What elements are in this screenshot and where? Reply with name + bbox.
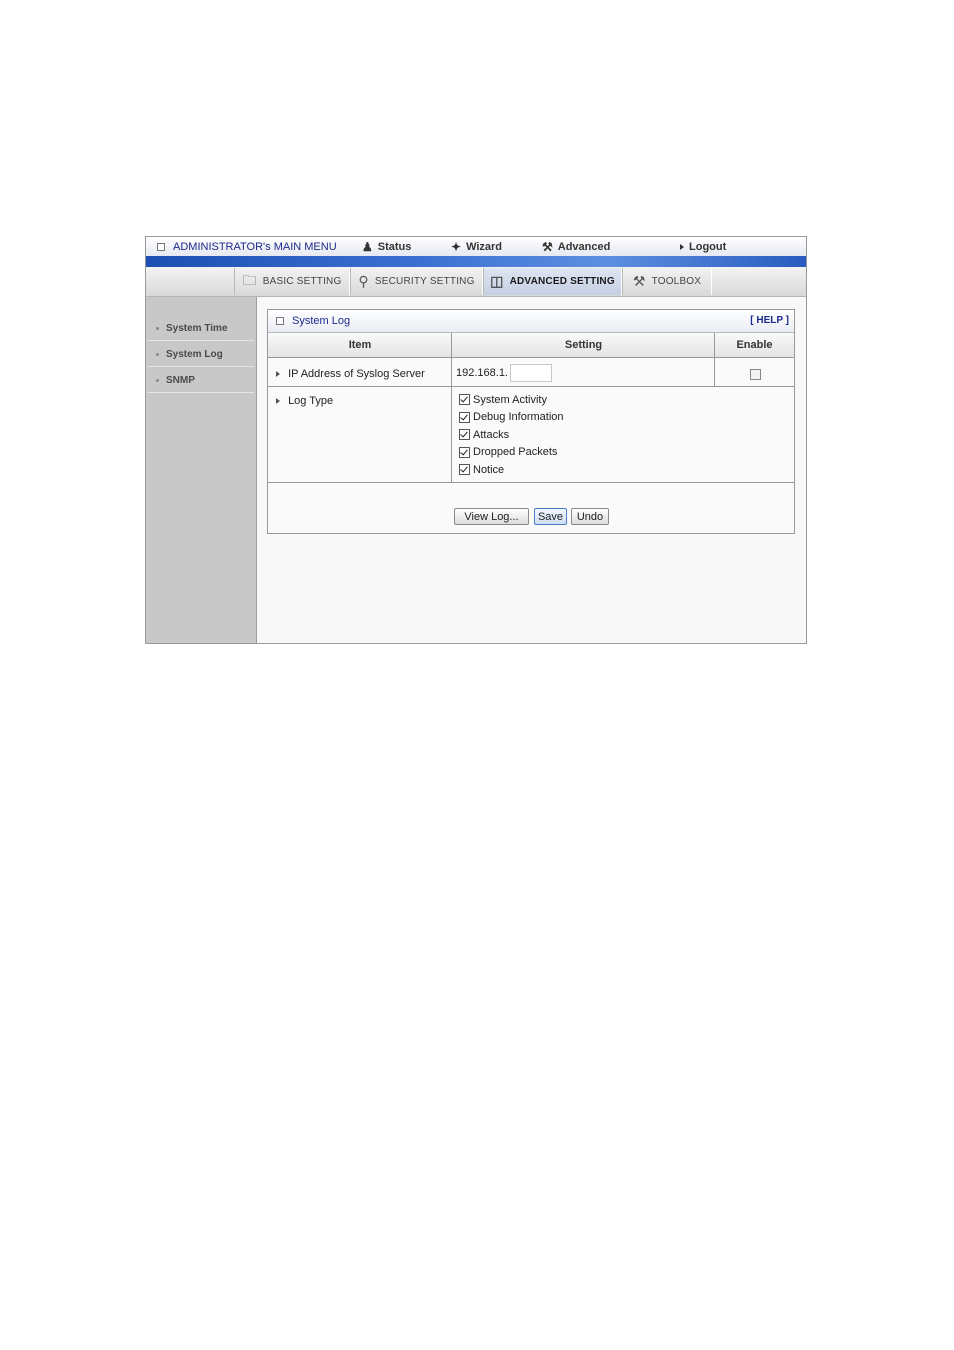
header-banner-stripe — [146, 256, 806, 267]
log-type-options: System Activity Debug Information Attack… — [459, 391, 709, 479]
bullet-icon — [156, 327, 159, 330]
settings-tab-bar: 🗀 BASIC SETTING ⚲ SECURITY SETTING ◫ ADV… — [146, 267, 806, 297]
save-button[interactable]: Save — [534, 508, 567, 525]
checkbox-checked[interactable] — [459, 446, 470, 458]
status-menu-item[interactable]: ♟ Status — [362, 237, 411, 256]
arrow-right-icon — [680, 243, 684, 250]
view-log-button[interactable]: View Log... — [454, 508, 529, 525]
sidebar-item-system-log[interactable]: System Log — [148, 343, 254, 367]
person-icon: ♟ — [362, 239, 373, 254]
log-option-attacks[interactable]: Attacks — [459, 426, 709, 444]
log-option-dropped-packets[interactable]: Dropped Packets — [459, 444, 709, 462]
log-type-row-label: Log Type — [276, 395, 450, 407]
router-admin-window: ADMINISTRATOR's MAIN MENU ♟ Status ✦ Wiz… — [145, 236, 807, 644]
tools-icon: ⚒ — [542, 239, 553, 254]
arrow-right-icon — [276, 371, 280, 377]
log-option-system-activity[interactable]: System Activity — [459, 391, 709, 409]
column-header-enable: Enable — [715, 333, 794, 358]
bullet-icon — [156, 353, 159, 356]
square-bullet-icon — [276, 317, 284, 325]
arrow-right-icon — [276, 398, 280, 404]
help-link[interactable]: [ HELP ] — [750, 315, 789, 326]
toolbox-icon: ⚒ — [632, 273, 646, 289]
key-icon: ⚲ — [358, 273, 369, 289]
admin-main-menu[interactable]: ADMINISTRATOR's MAIN MENU — [157, 237, 337, 256]
ip-address-row-label: IP Address of Syslog Server — [276, 368, 450, 380]
panel-title-bar: System Log [ HELP ] — [268, 310, 794, 333]
syslog-enable-checkbox[interactable] — [750, 368, 764, 380]
panel-title: System Log — [292, 315, 351, 327]
undo-button[interactable]: Undo — [571, 508, 609, 525]
log-option-debug-information[interactable]: Debug Information — [459, 409, 709, 427]
ip-prefix: 192.168.1. — [456, 367, 508, 379]
button-row: View Log... Save Undo — [268, 508, 794, 526]
wizard-menu-item[interactable]: ✦ Wizard — [451, 237, 502, 256]
tab-security-setting[interactable]: ⚲ SECURITY SETTING — [350, 268, 483, 295]
tab-toolbox[interactable]: ⚒ TOOLBOX — [622, 268, 712, 295]
router-icon: ◫ — [490, 273, 504, 289]
column-header-setting: Setting — [452, 333, 715, 358]
checkbox-checked[interactable] — [459, 394, 470, 406]
column-header-item: Item — [268, 333, 452, 358]
advanced-menu-item[interactable]: ⚒ Advanced — [542, 237, 610, 256]
sidebar-item-snmp[interactable]: SNMP — [148, 369, 254, 393]
sidebar-item-system-time[interactable]: System Time — [148, 317, 254, 341]
wand-icon: ✦ — [451, 239, 462, 254]
tab-basic-setting[interactable]: 🗀 BASIC SETTING — [234, 268, 350, 295]
bullet-icon — [156, 379, 159, 382]
system-log-panel: System Log [ HELP ] Item Setting Enable … — [267, 309, 795, 534]
tab-advanced-setting[interactable]: ◫ ADVANCED SETTING — [483, 268, 622, 295]
square-bullet-icon — [157, 242, 165, 251]
ip-address-setting: 192.168.1. — [456, 363, 706, 383]
sidebar: System Time System Log SNMP — [146, 297, 257, 643]
checkbox-checked[interactable] — [459, 411, 470, 423]
main-menu-bar: ADMINISTRATOR's MAIN MENU ♟ Status ✦ Wiz… — [146, 237, 806, 256]
checkbox-checked[interactable] — [459, 464, 470, 476]
syslog-ip-last-octet-input[interactable] — [510, 364, 552, 382]
checkbox-checked[interactable] — [459, 429, 470, 441]
log-option-notice[interactable]: Notice — [459, 461, 709, 479]
folder-icon: 🗀 — [242, 271, 257, 288]
logout-menu-item[interactable]: Logout — [680, 237, 726, 256]
